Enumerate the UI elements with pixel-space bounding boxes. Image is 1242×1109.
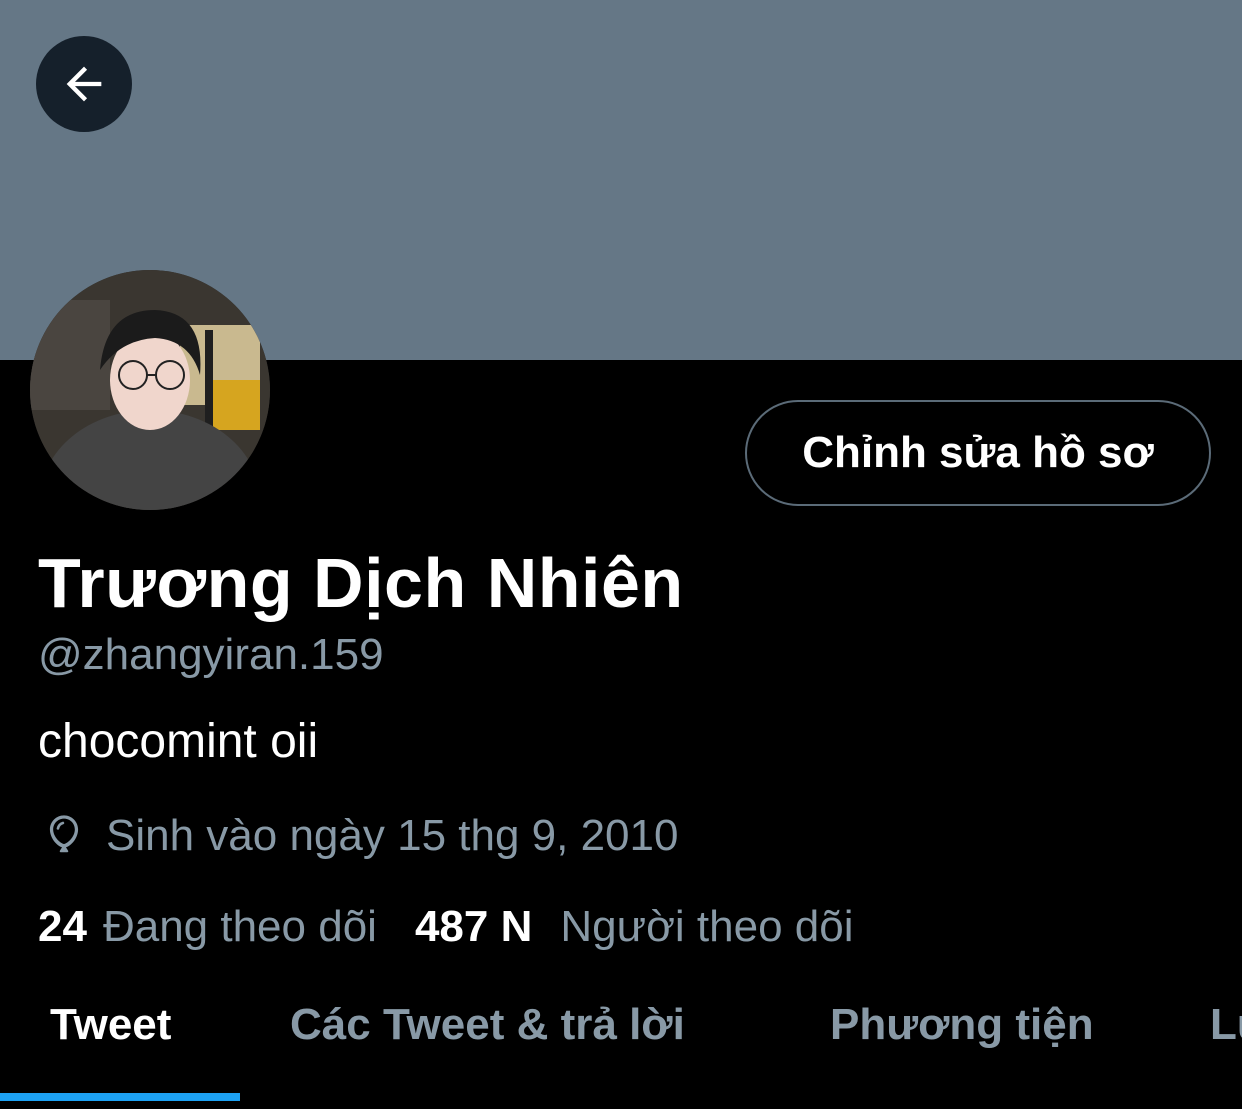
profile-bio: chocomint oii <box>38 715 319 768</box>
display-name: Trương Dịch Nhiên <box>38 544 684 622</box>
tab-media[interactable]: Phương tiện <box>830 1000 1094 1050</box>
profile-handle: @zhangyiran.159 <box>38 630 384 679</box>
tab-tweet[interactable]: Tweet <box>50 1000 171 1050</box>
active-tab-indicator <box>0 1093 240 1101</box>
followers-stat[interactable]: 487 N Người theo dõi <box>415 902 854 952</box>
tab-likes[interactable]: Lư <box>1210 1000 1242 1050</box>
back-button[interactable] <box>36 36 132 132</box>
birth-date-row: Sinh vào ngày 15 thg 9, 2010 <box>38 810 678 862</box>
followers-count: 487 N <box>414 902 533 951</box>
avatar-image <box>30 270 270 510</box>
profile-tabs: Tweet Các Tweet & trả lời Phương tiện Lư <box>0 990 1242 1109</box>
following-stat[interactable]: 24 Đang theo dõi <box>38 902 377 952</box>
followers-label: Người theo dõi <box>560 902 854 951</box>
avatar[interactable] <box>30 270 270 510</box>
balloon-icon <box>38 810 90 862</box>
birth-date-text: Sinh vào ngày 15 thg 9, 2010 <box>106 811 679 860</box>
follow-stats: 24 Đang theo dõi 487 N Người theo dõi <box>38 902 854 952</box>
arrow-left-icon <box>66 66 102 102</box>
following-label: Đang theo dõi <box>102 902 377 951</box>
tab-tweets-and-replies[interactable]: Các Tweet & trả lời <box>290 1000 685 1050</box>
following-count: 24 <box>38 902 87 951</box>
edit-profile-button[interactable]: Chỉnh sửa hồ sơ <box>745 400 1211 506</box>
